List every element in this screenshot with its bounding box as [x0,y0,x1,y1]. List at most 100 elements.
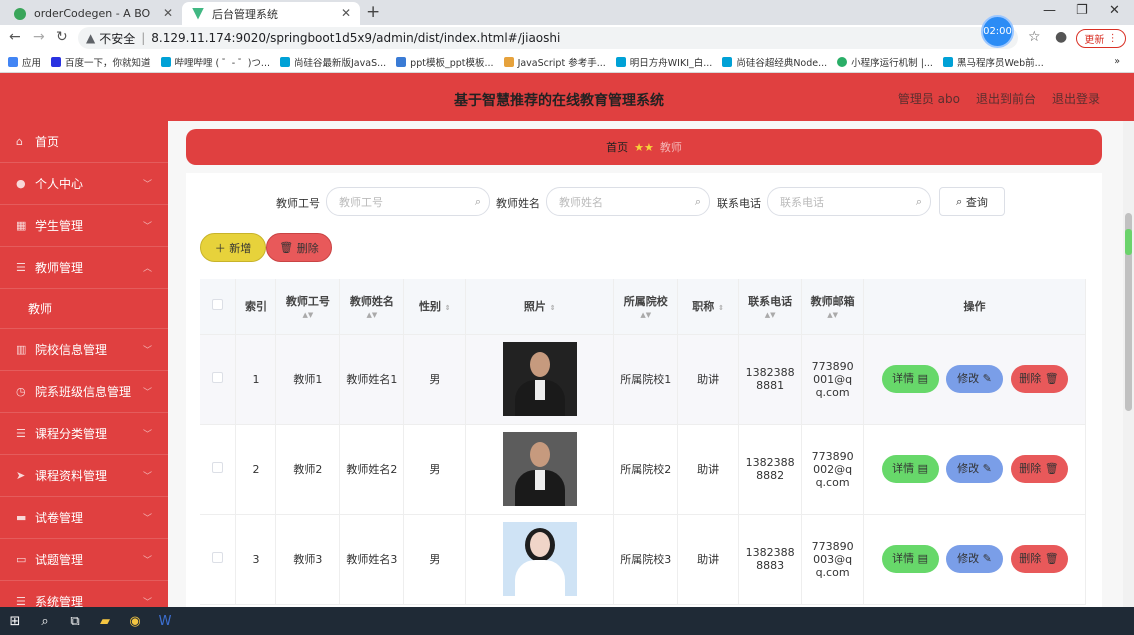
col-header-sortable[interactable]: 照片 ⇕ [465,279,615,335]
sidebar-item-teacher[interactable]: 教师 [0,289,168,329]
sort-icon[interactable]: ▲▼ [340,311,403,319]
chevron-down-icon: ﹀ [142,430,152,440]
col-header-sortable[interactable]: 联系电话 ▲▼ [738,279,803,335]
col-header-label: 索引 [244,300,267,314]
delete-button[interactable]: 删除 🗑 [1010,455,1068,483]
windows-start-icon[interactable]: ⊞ [0,607,30,635]
sort-icon[interactable]: ▲▼ [802,311,863,319]
sort-icon[interactable]: ▲▼ [614,311,677,319]
sort-icon[interactable]: ⇕ [718,304,724,312]
reload-icon[interactable]: ↻ [56,29,68,45]
search-icon[interactable]: ⌕ [30,607,60,635]
sort-icon[interactable]: ⇕ [445,304,451,312]
cell-email: 773890001@qq.com [801,334,865,425]
address-bar-row: ← → ↻ ▲ 不安全 | 8.129.11.174:9020/springbo… [0,25,1134,51]
bookmark-item[interactable]: 应用 [8,55,41,69]
teacher-id-input[interactable]: 教师工号 ⌕ [326,187,490,216]
teacher-name-input[interactable]: 教师姓名 ⌕ [546,187,710,216]
select-all-cell[interactable] [200,279,237,335]
email-text: 773890001@qq.com [811,359,854,399]
sidebar-item-teachers[interactable]: ☰ 教师管理 ︿ [0,247,168,289]
sidebar-item-course-category[interactable]: ☰ 课程分类管理 ﹀ [0,413,168,455]
bookmark-item[interactable]: 百度一下，你就知道 [51,55,151,69]
delete-button[interactable]: 删除 🗑 [1010,545,1068,573]
detail-button[interactable]: 详情 ▤ [881,545,939,573]
row-checkbox[interactable] [212,372,224,383]
row-select-cell[interactable] [200,424,237,515]
query-button[interactable]: ⌕ 查询 [939,187,1005,216]
forward-icon[interactable]: → [33,29,45,45]
col-header-sortable[interactable]: 所属院校 ▲▼ [613,279,679,335]
col-header-sortable[interactable]: 职称 ⇕ [677,279,740,335]
close-icon[interactable]: ✕ [163,6,173,20]
back-icon[interactable]: ← [9,29,21,45]
row-select-cell[interactable] [200,334,237,425]
sidebar-item-classes[interactable]: ◷ 院系班级信息管理 ﹀ [0,371,168,413]
bookmark-item[interactable]: 明日方舟WIKI_白... [615,55,712,69]
select-all-checkbox[interactable] [212,299,224,311]
maximize-icon[interactable]: ❐ [1076,3,1088,18]
col-header-sortable[interactable]: 教师邮箱 ▲▼ [801,279,865,335]
minimize-icon[interactable]: — [1043,3,1056,18]
phone-input[interactable]: 联系电话 ⌕ [767,187,931,216]
admin-user-link[interactable]: 管理员 abo [898,90,960,107]
add-button[interactable]: ＋ 新增 [200,233,266,262]
sidebar-item-schools[interactable]: ▥ 院校信息管理 ﹀ [0,329,168,371]
col-header-sortable[interactable]: 性别 ⇕ [403,279,467,335]
floating-clock[interactable]: 02:00 [981,15,1014,48]
bookmark-item[interactable]: 哔哩哔哩 ( ゜- ゜)つ... [160,55,270,69]
sidebar-item-papers[interactable]: ▬ 试卷管理 ﹀ [0,497,168,539]
profile-icon[interactable]: ● [1055,29,1067,45]
sidebar-item-home[interactable]: ⌂ 首页 [0,121,168,163]
sidebar-item-personal[interactable]: ● 个人中心 ﹀ [0,163,168,205]
edit-button[interactable]: 修改 ✎ [946,545,1004,573]
baidu-icon [51,56,62,67]
chrome-icon[interactable]: ◉ [120,607,150,635]
sidebar-item-system[interactable]: ☰ 系统管理 ﹀ [0,581,168,607]
bookmark-item[interactable]: 小程序运行机制 |... [837,55,933,69]
new-tab-icon[interactable]: + [366,2,380,22]
window-close-icon[interactable]: ✕ [1109,3,1120,18]
sidebar-item-label: 系统管理 [35,595,84,607]
page-scrollbar[interactable] [1123,121,1134,607]
detail-button[interactable]: 详情 ▤ [881,455,939,483]
update-button[interactable]: 更新 ⋮ [1076,29,1126,48]
bookmark-item[interactable]: 尚硅谷超经典Node... [722,55,827,69]
breadcrumb-home[interactable]: 首页 [606,139,628,155]
bookmarks-more-icon[interactable]: » [1114,56,1120,67]
row-select-cell[interactable] [200,514,237,605]
sort-icon[interactable]: ⇕ [550,304,556,312]
trash-icon: 🗑 [279,241,297,254]
file-explorer-icon[interactable]: ▰ [90,607,120,635]
sidebar-item-course-material[interactable]: ➤ 课程资料管理 ﹀ [0,455,168,497]
delete-button[interactable]: 删除 🗑 [1010,365,1068,393]
bilibili-icon [615,56,626,67]
sort-icon[interactable]: ▲▼ [276,311,339,319]
grid-icon: ▦ [16,219,27,232]
logout-link[interactable]: 退出登录 [1052,90,1100,107]
bookmark-item[interactable]: JavaScript 参考手... [503,55,606,69]
browser-tab-admin[interactable]: 后台管理系统 ✕ [182,2,360,25]
close-icon[interactable]: ✕ [341,6,351,20]
row-checkbox[interactable] [212,462,224,473]
chart-icon: ▥ [16,343,27,356]
row-checkbox[interactable] [212,552,224,563]
sidebar-item-questions[interactable]: ▭ 试题管理 ﹀ [0,539,168,581]
star-icon[interactable]: ☆ [1028,29,1041,45]
task-view-icon[interactable]: ⧉ [60,607,90,635]
sidebar-item-students[interactable]: ▦ 学生管理 ﹀ [0,205,168,247]
bookmark-item[interactable]: ppt模板_ppt模板... [396,55,494,69]
detail-button[interactable]: 详情 ▤ [881,365,939,393]
bookmark-item[interactable]: 黑马程序员Web前... [942,55,1044,69]
url-field[interactable]: ▲ 不安全 | 8.129.11.174:9020/springboot1d5x… [78,27,1018,49]
bookmark-item[interactable]: 尚硅谷最新版JavaS... [280,55,386,69]
col-header-sortable[interactable]: 教师工号 ▲▼ [275,279,341,335]
col-header-sortable[interactable]: 教师姓名 ▲▼ [339,279,405,335]
word-icon[interactable]: W [150,607,180,635]
edit-button[interactable]: 修改 ✎ [946,455,1004,483]
batch-delete-button[interactable]: 🗑 删除 [266,233,332,262]
edit-button[interactable]: 修改 ✎ [946,365,1004,393]
browser-tab-ordercodegen[interactable]: orderCodegen - A BO ✕ [4,2,182,25]
sort-icon[interactable]: ▲▼ [739,311,801,319]
exit-to-front-link[interactable]: 退出到前台 [976,90,1036,107]
